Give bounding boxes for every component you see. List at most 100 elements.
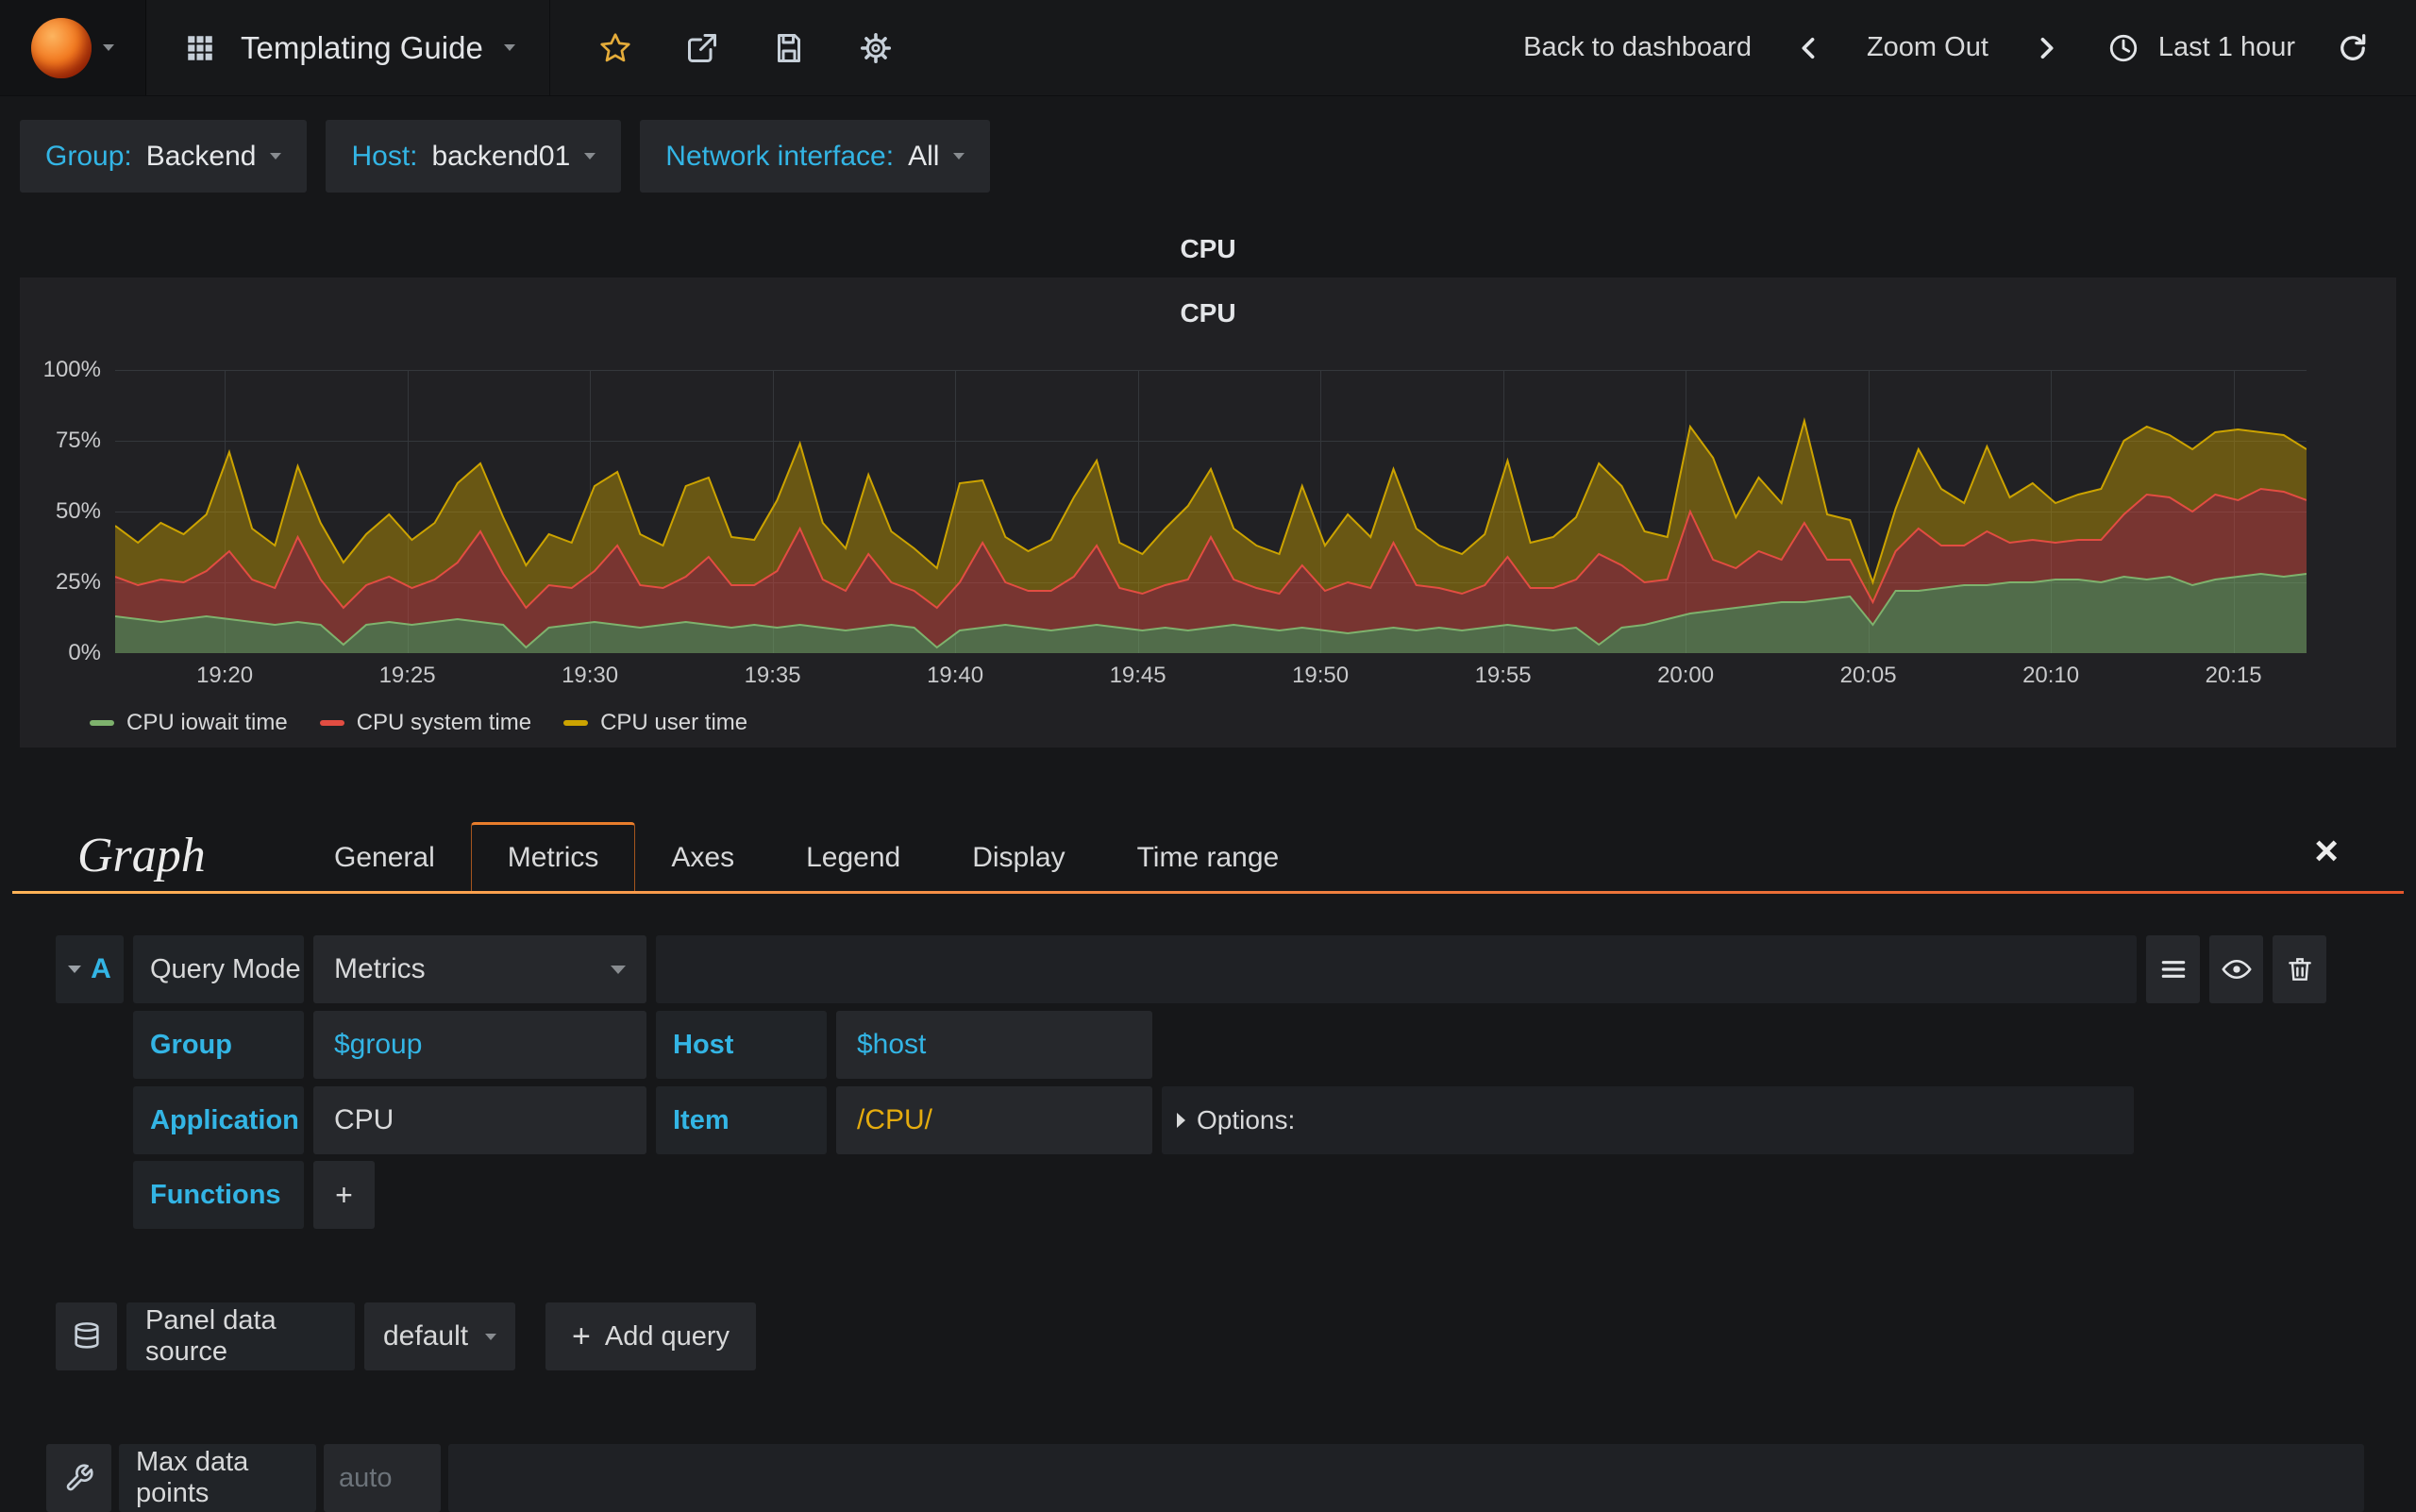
item-value: /CPU/ [857, 1104, 933, 1135]
chevron-left-icon[interactable] [1789, 28, 1829, 68]
legend-series-name: CPU user time [600, 710, 748, 735]
time-range-label: Last 1 hour [2157, 32, 2295, 62]
x-tick-label: 19:40 [927, 663, 984, 688]
editor-tabs: General Metrics Axes Legend Display Time… [298, 822, 1315, 891]
options-toggle[interactable]: Options: [1162, 1086, 2134, 1154]
x-tick-label: 19:20 [196, 663, 254, 688]
max-data-points-label: Max data points [119, 1444, 316, 1512]
query-mode-select[interactable]: Metrics [313, 935, 646, 1003]
x-tick-label: 19:35 [744, 663, 801, 688]
query-row-group-host: Group $group Host $host [56, 1011, 1152, 1079]
legend: CPU iowait time CPU system time CPU user t… [90, 710, 747, 736]
host-value: $host [857, 1029, 927, 1060]
chevron-right-icon[interactable] [2026, 28, 2066, 68]
query-row-filler [656, 935, 2137, 1003]
item-input[interactable]: /CPU/ [836, 1086, 1152, 1154]
x-tick-label: 20:15 [2205, 663, 2262, 688]
refresh-icon[interactable] [2333, 28, 2373, 68]
host-input[interactable]: $host [836, 1011, 1152, 1079]
tab-general[interactable]: General [298, 825, 471, 891]
x-tick-label: 19:30 [562, 663, 619, 688]
caret-down-icon [68, 966, 82, 973]
star-icon[interactable] [596, 28, 635, 68]
variable-label: Host: [351, 140, 418, 172]
group-input[interactable]: $group [313, 1011, 646, 1079]
x-tick-label: 19:25 [378, 663, 436, 688]
legend-item[interactable]: CPU user time [563, 710, 747, 736]
tab-time-range[interactable]: Time range [1101, 825, 1316, 891]
share-icon[interactable] [682, 28, 722, 68]
add-query-button[interactable]: + Add query [545, 1302, 757, 1370]
max-data-points-input[interactable] [339, 1462, 426, 1494]
zoom-out-button[interactable]: Zoom Out [1867, 32, 1988, 63]
dashboard-grid-icon [180, 28, 220, 68]
variable-value: backend01 [431, 140, 571, 172]
y-tick-label: 0% [68, 640, 101, 665]
legend-item[interactable]: CPU iowait time [90, 710, 288, 736]
x-tick-label: 19:45 [1109, 663, 1166, 688]
legend-series-swatch [563, 720, 589, 726]
dashboard-title: Templating Guide [241, 29, 483, 65]
save-icon[interactable] [769, 28, 809, 68]
query-row-a: A Query Mode Metrics [56, 935, 2326, 1003]
editor-accent-divider [12, 891, 2404, 894]
legend-series-swatch [90, 720, 114, 726]
tab-display[interactable]: Display [936, 825, 1100, 891]
wrench-icon[interactable] [46, 1444, 111, 1512]
query-mode-label: Query Mode [133, 935, 304, 1003]
time-picker-button[interactable]: Last 1 hour [2104, 28, 2295, 68]
gear-icon[interactable] [856, 28, 896, 68]
chevron-down-icon [611, 965, 626, 974]
grafana-logo-button[interactable] [0, 0, 146, 95]
variable-netif-dropdown[interactable]: Network interface: All [640, 120, 991, 193]
dashboard-title-dropdown[interactable]: Templating Guide [146, 0, 550, 95]
caret-right-icon [1177, 1113, 1185, 1128]
group-label: Group [133, 1011, 304, 1079]
legend-item[interactable]: CPU system time [319, 710, 532, 736]
panel-title[interactable]: CPU [20, 277, 2396, 328]
x-tick-label: 19:50 [1292, 663, 1350, 688]
variable-group-dropdown[interactable]: Group: Backend [20, 120, 308, 193]
query-menu-icon[interactable] [2146, 935, 2200, 1003]
chevron-down-icon [270, 153, 282, 160]
clock-icon [2104, 28, 2143, 68]
x-tick-label: 20:10 [2022, 663, 2080, 688]
top-navbar: Templating Guide Back to dashboard Zoom … [0, 0, 2416, 96]
tab-legend[interactable]: Legend [770, 825, 936, 891]
grafana-logo-icon [31, 17, 92, 78]
close-icon[interactable]: × [2314, 831, 2339, 872]
legend-series-name: CPU system time [356, 710, 532, 735]
legend-series-swatch [319, 720, 344, 726]
tab-axes[interactable]: Axes [635, 825, 770, 891]
back-to-dashboard-link[interactable]: Back to dashboard [1523, 32, 1752, 63]
query-letter: A [91, 953, 111, 984]
variable-host-dropdown[interactable]: Host: backend01 [326, 120, 622, 193]
variable-value: All [908, 140, 940, 172]
panel-editor-header: Graph General Metrics Axes Legend Displa… [0, 804, 2416, 891]
variable-value: Backend [145, 140, 257, 172]
editor-title: Graph [77, 829, 206, 882]
add-query-label: Add query [604, 1320, 730, 1352]
panel-datasource-label: Panel data source [126, 1302, 355, 1370]
y-tick-label: 50% [55, 498, 101, 524]
application-input[interactable]: CPU [313, 1086, 646, 1154]
options-label: Options: [1197, 1105, 1296, 1134]
chevron-down-icon [485, 1333, 496, 1340]
row-title: CPU [1180, 234, 1236, 263]
query-trash-icon[interactable] [2273, 935, 2326, 1003]
datasource-select[interactable]: default [364, 1302, 515, 1370]
application-label: Application [133, 1086, 304, 1154]
y-tick-label: 75% [55, 428, 101, 453]
chevron-down-icon [953, 153, 965, 160]
query-mode-value: Metrics [334, 953, 426, 984]
datasource-row: Panel data source default + Add query [56, 1302, 757, 1370]
variable-label: Group: [45, 140, 132, 172]
query-eye-icon[interactable] [2209, 935, 2263, 1003]
template-variables-row: Group: Backend Host: backend01 Network i… [20, 120, 991, 193]
add-function-button[interactable]: + [313, 1161, 375, 1229]
tab-metrics[interactable]: Metrics [470, 822, 636, 891]
plot-area[interactable] [115, 370, 2307, 653]
y-axis-labels: 0% 25% 50% 75% 100% [20, 357, 101, 665]
database-icon [56, 1302, 117, 1370]
query-collapse-button[interactable]: A [56, 935, 124, 1003]
